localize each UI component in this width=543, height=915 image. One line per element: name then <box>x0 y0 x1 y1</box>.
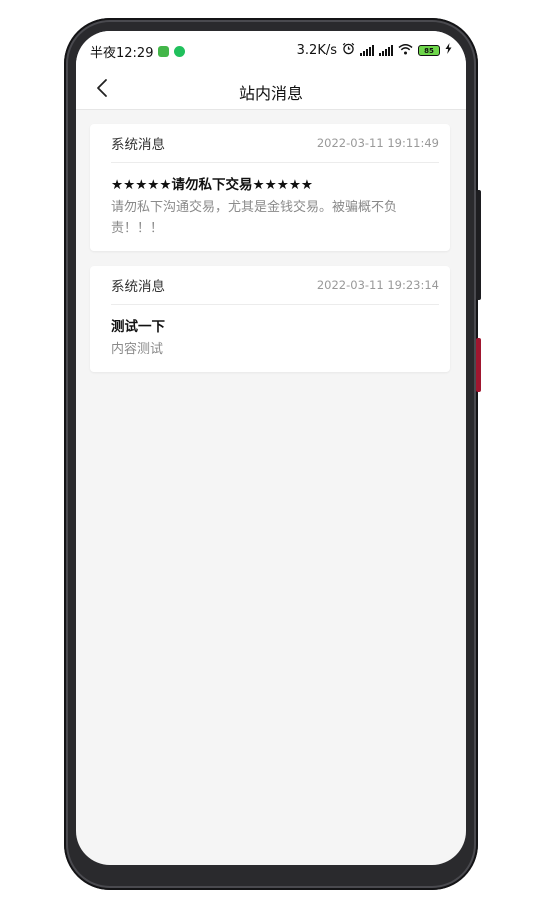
network-speed: 3.2K/s <box>296 43 337 58</box>
status-bar: 半夜12:29 3.2K/s 85 <box>76 31 466 71</box>
alarm-icon <box>342 42 355 59</box>
message-title: ★★★★★请勿私下交易★★★★★ <box>111 177 314 193</box>
message-type: 系统消息 <box>111 279 165 295</box>
charging-icon <box>445 43 452 58</box>
page-title: 站内消息 <box>238 84 303 103</box>
message-header: 系统消息 2022-03-11 19:23:14 <box>111 266 439 305</box>
message-list: 系统消息 2022-03-11 19:11:49 ★★★★★请勿私下交易★★★★… <box>90 124 450 387</box>
wechat-icon <box>174 46 186 57</box>
status-right: 3.2K/s 85 <box>297 42 452 59</box>
signal-icon <box>379 45 393 56</box>
phone-volume-button <box>476 190 481 300</box>
message-time: 2022-03-11 19:23:14 <box>316 278 439 292</box>
message-header: 系统消息 2022-03-11 19:11:49 <box>111 124 439 163</box>
message-time: 2022-03-11 19:11:49 <box>316 136 439 150</box>
wifi-icon <box>398 43 413 59</box>
status-left: 半夜12:29 <box>90 42 186 61</box>
signal-icon <box>360 45 374 56</box>
message-body: 内容测试 <box>111 342 164 357</box>
app-notification-icon <box>158 46 170 57</box>
message-type: 系统消息 <box>111 137 165 153</box>
message-card[interactable]: 系统消息 2022-03-11 19:11:49 ★★★★★请勿私下交易★★★★… <box>90 124 450 251</box>
message-card[interactable]: 系统消息 2022-03-11 19:23:14 测试一下 内容测试 <box>90 266 450 372</box>
status-time: 半夜12:29 <box>90 46 154 61</box>
nav-bar: 站内消息 <box>76 71 466 110</box>
phone-screen: 半夜12:29 3.2K/s 85 站内消息 系统消息 2022-03-11 1… <box>76 31 466 865</box>
message-body: 请勿私下沟通交易，尤其是金钱交易。被骗概不负责！！！ <box>111 200 398 236</box>
message-title: 测试一下 <box>111 319 165 335</box>
phone-power-button <box>476 338 481 392</box>
battery-icon: 85 <box>418 45 440 56</box>
